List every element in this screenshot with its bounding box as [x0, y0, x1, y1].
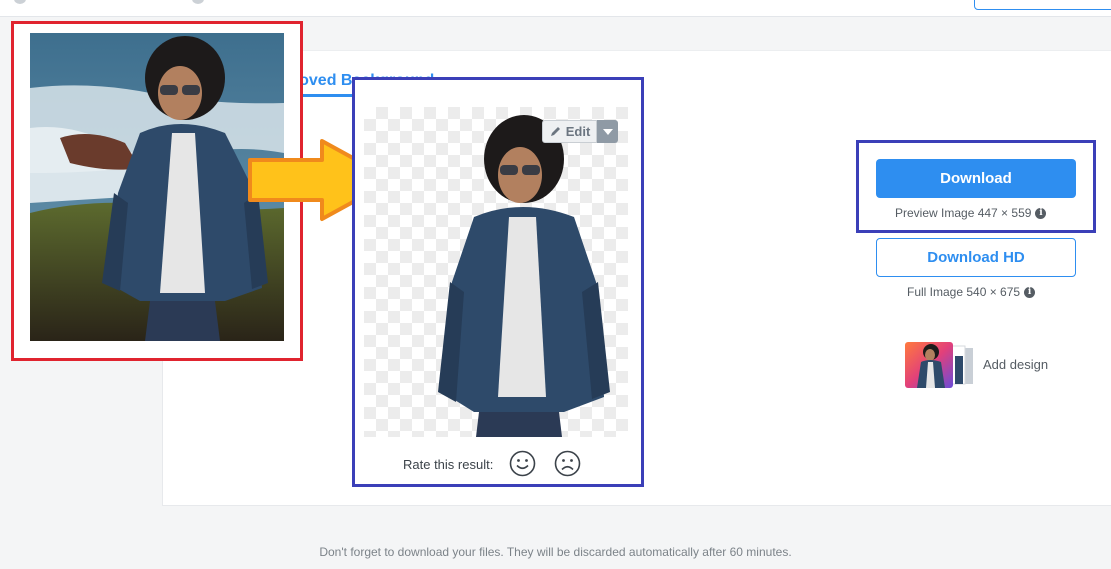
rate-result-label: Rate this result:: [403, 457, 494, 472]
frown-icon[interactable]: [554, 450, 581, 477]
smile-icon[interactable]: [509, 450, 536, 477]
info-icon[interactable]: i: [1035, 207, 1047, 219]
full-image-info: Full Image 540 × 675 i: [907, 285, 1036, 299]
top-bar-button[interactable]: [974, 0, 1111, 10]
download-hd-button[interactable]: Download HD: [876, 238, 1076, 277]
preview-info: Preview Image 447 × 559 i: [895, 206, 1047, 220]
discard-notice: Don't forget to download your files. The…: [319, 545, 792, 559]
result-image: [364, 107, 628, 437]
add-design-link[interactable]: Add design: [983, 357, 1048, 372]
logo-icon: [14, 0, 26, 4]
download-button[interactable]: Download: [876, 159, 1076, 198]
design-thumbnails[interactable]: [903, 342, 975, 388]
edit-label: Edit: [565, 124, 591, 139]
top-bar: [0, 0, 1111, 17]
info-icon[interactable]: i: [1024, 286, 1036, 298]
edit-button[interactable]: Edit: [542, 120, 597, 143]
caret-down-icon: [602, 128, 613, 135]
preview-info-text: Preview Image 447 × 559: [895, 206, 1032, 220]
full-image-info-text: Full Image 540 × 675: [907, 285, 1021, 299]
nav-icon[interactable]: [192, 0, 204, 4]
edit-dropdown-button[interactable]: [597, 120, 618, 143]
pencil-icon: [550, 127, 560, 136]
